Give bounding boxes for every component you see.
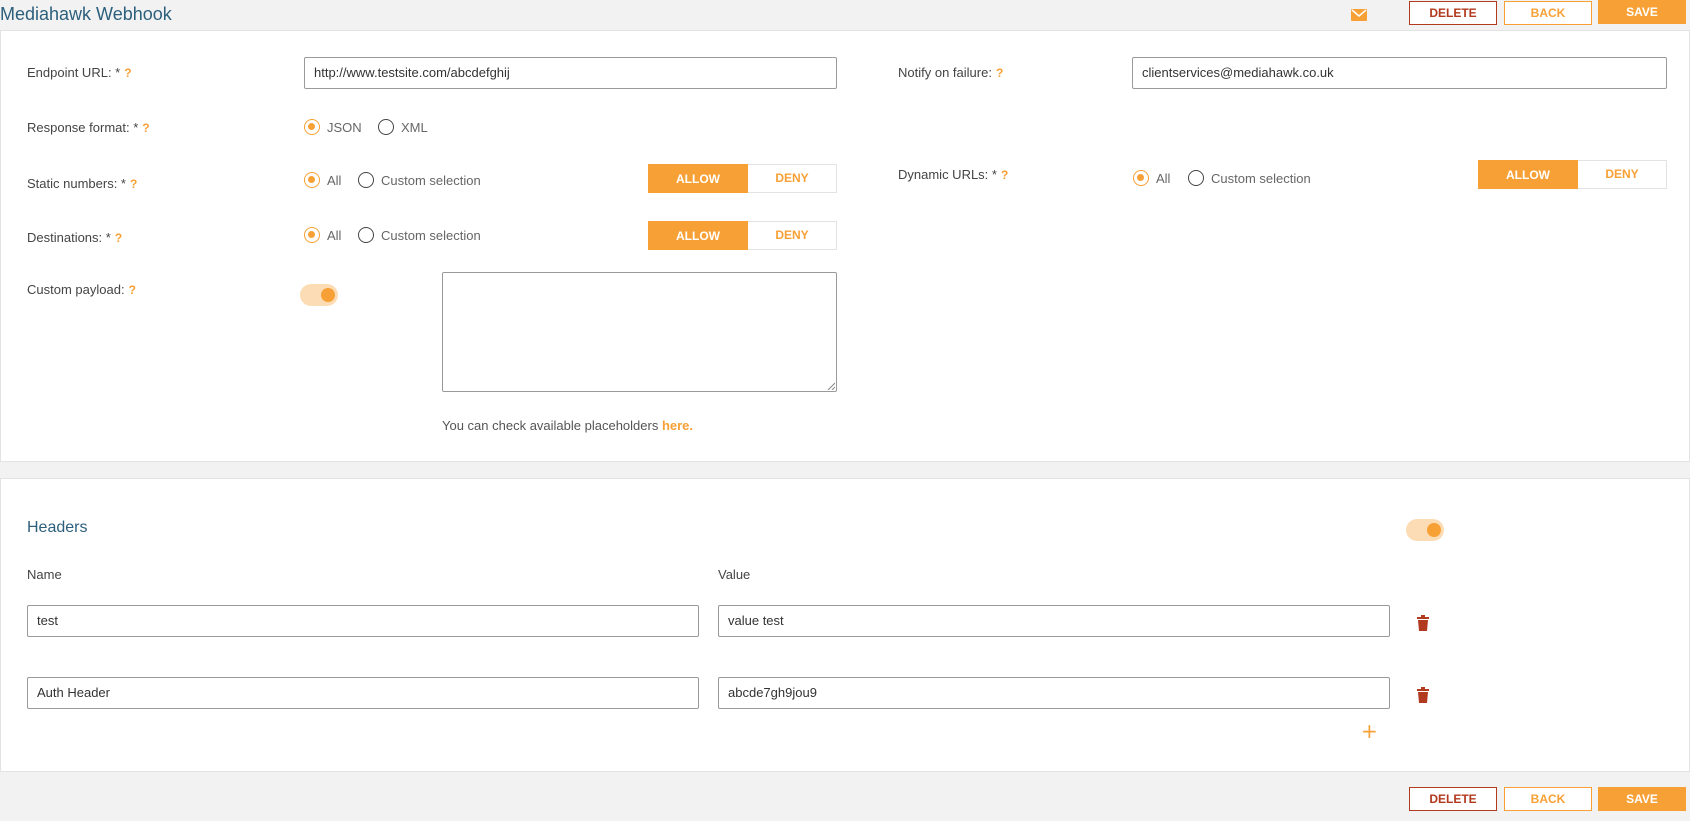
headers-card: Headers Name Value test value test Auth … [0, 478, 1690, 772]
custom-payload-textarea[interactable] [442, 272, 837, 392]
webhook-settings-card: Endpoint URL: *? http://www.testsite.com… [0, 30, 1690, 462]
endpoint-help-icon[interactable]: ? [124, 66, 131, 80]
header-name-input[interactable]: test [27, 605, 699, 637]
top-bar: Mediahawk Webhook DELETE BACK SAVE [0, 0, 1690, 30]
header-name-column-label: Name [27, 567, 62, 582]
dynamic-urls-allow-deny: ALLOW DENY [1478, 160, 1667, 189]
dynamic-urls-label: Dynamic URLs: *? [898, 167, 1009, 182]
header-value-input[interactable]: value test [718, 605, 1390, 637]
destinations-custom-indicator [358, 227, 374, 243]
dynamic-urls-help-icon[interactable]: ? [1001, 168, 1008, 182]
custom-payload-help-icon[interactable]: ? [129, 283, 136, 297]
dynamic-all-indicator [1133, 170, 1149, 186]
dynamic-urls-radio-all[interactable]: All [1133, 170, 1170, 186]
page-title: Mediahawk Webhook [0, 4, 172, 24]
radio-json-indicator [304, 119, 320, 135]
static-custom-indicator [358, 172, 374, 188]
static-allow-button[interactable]: ALLOW [648, 164, 748, 193]
save-button[interactable]: SAVE [1598, 0, 1686, 24]
static-numbers-label: Static numbers: *? [27, 176, 138, 191]
static-deny-button[interactable]: DENY [748, 164, 837, 193]
header-value-input[interactable]: abcde7gh9jou9 [718, 677, 1390, 709]
destinations-label: Destinations: *? [27, 230, 123, 245]
endpoint-url-input[interactable]: http://www.testsite.com/abcdefghij [304, 57, 837, 89]
placeholders-helper: You can check available placeholders her… [442, 418, 694, 433]
static-numbers-allow-deny: ALLOW DENY [648, 164, 837, 193]
destinations-radio-all[interactable]: All [304, 227, 341, 243]
radio-xml[interactable]: XML [378, 119, 428, 135]
trash-icon[interactable] [1416, 687, 1430, 703]
response-format-help-icon[interactable]: ? [142, 121, 149, 135]
resize-grip-icon[interactable] [827, 382, 835, 390]
destinations-radio-custom[interactable]: Custom selection [358, 227, 481, 243]
dynamic-deny-button[interactable]: DENY [1578, 160, 1667, 189]
dynamic-custom-indicator [1188, 170, 1204, 186]
headers-toggle[interactable] [1406, 519, 1444, 541]
mail-icon[interactable] [1351, 8, 1367, 22]
destinations-allow-deny: ALLOW DENY [648, 221, 837, 250]
trash-icon[interactable] [1416, 615, 1430, 631]
static-numbers-radio-custom[interactable]: Custom selection [358, 172, 481, 188]
dynamic-urls-radio-custom[interactable]: Custom selection [1188, 170, 1311, 186]
destinations-allow-button[interactable]: ALLOW [648, 221, 748, 250]
delete-button[interactable]: DELETE [1409, 1, 1497, 25]
dynamic-allow-button[interactable]: ALLOW [1478, 160, 1578, 189]
header-value-column-label: Value [718, 567, 751, 582]
static-numbers-radio-all[interactable]: All [304, 172, 341, 188]
notify-email-input[interactable]: clientservices@mediahawk.co.uk [1132, 57, 1667, 89]
radio-json[interactable]: JSON [304, 119, 362, 135]
destinations-all-indicator [304, 227, 320, 243]
delete-button-bottom[interactable]: DELETE [1409, 787, 1497, 811]
destinations-deny-button[interactable]: DENY [748, 221, 837, 250]
headers-title: Headers [27, 519, 88, 536]
static-all-indicator [304, 172, 320, 188]
notify-on-failure-label: Notify on failure:? [898, 65, 1004, 80]
placeholders-here-link[interactable]: here. [662, 418, 693, 433]
endpoint-url-label: Endpoint URL: *? [27, 65, 132, 80]
plus-icon[interactable]: + [1361, 721, 1378, 741]
radio-xml-indicator [378, 119, 394, 135]
save-button-bottom[interactable]: SAVE [1598, 787, 1686, 811]
back-button-bottom[interactable]: BACK [1504, 787, 1592, 811]
back-button[interactable]: BACK [1504, 1, 1592, 25]
response-format-label: Response format: *? [27, 120, 150, 135]
header-name-input[interactable]: Auth Header [27, 677, 699, 709]
custom-payload-toggle[interactable] [300, 284, 338, 306]
static-numbers-help-icon[interactable]: ? [130, 177, 137, 191]
destinations-help-icon[interactable]: ? [115, 231, 122, 245]
notify-help-icon[interactable]: ? [996, 66, 1003, 80]
custom-payload-label: Custom payload:? [27, 282, 136, 297]
